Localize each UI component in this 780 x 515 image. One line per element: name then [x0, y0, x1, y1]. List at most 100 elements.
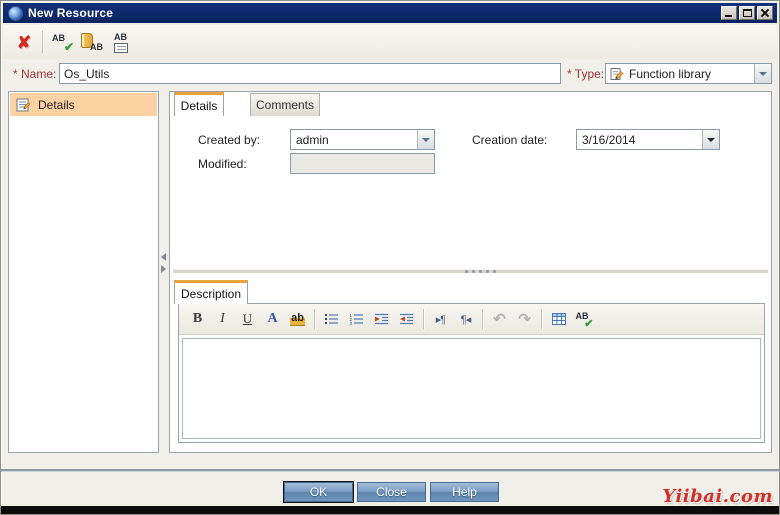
chevron-down-icon — [422, 138, 430, 142]
svg-text:3: 3 — [350, 321, 353, 325]
type-value: Function library — [624, 67, 754, 81]
close-icon — [758, 7, 772, 19]
modified-input — [290, 153, 435, 174]
rtl-paragraph-button[interactable]: ¶◂ — [453, 308, 478, 331]
bullet-list-button[interactable] — [319, 308, 344, 331]
sidebar-item-label: Details — [38, 98, 75, 112]
close-button[interactable] — [757, 6, 773, 20]
details-list-icon — [16, 98, 31, 112]
window-controls — [721, 6, 773, 20]
editor-separator — [482, 309, 483, 329]
font-color-button[interactable]: A — [260, 308, 285, 331]
horizontal-splitter[interactable] — [173, 270, 768, 273]
editor-separator — [423, 309, 424, 329]
created-by-label: Created by: — [198, 133, 260, 147]
created-by-value: admin — [291, 133, 417, 147]
rtl-paragraph-icon: ¶◂ — [461, 313, 470, 326]
type-dropdown-button[interactable] — [754, 64, 771, 83]
name-input[interactable] — [59, 63, 561, 84]
collapse-right-icon[interactable] — [161, 265, 166, 273]
watermark: Yiibai.com — [662, 486, 773, 507]
redo-button[interactable]: ↷ — [512, 308, 537, 331]
undo-button[interactable]: ↶ — [487, 308, 512, 331]
ltr-paragraph-icon: ▸¶ — [436, 313, 445, 326]
vertical-splitter[interactable] — [159, 91, 169, 453]
italic-icon: I — [220, 311, 225, 327]
details-panel: Details Created by: admin Creation date:… — [169, 91, 772, 453]
maximize-button[interactable] — [739, 6, 755, 20]
bold-button[interactable]: B — [185, 308, 210, 331]
underline-button[interactable]: U — [235, 308, 260, 331]
outdent-button[interactable] — [394, 308, 419, 331]
clear-icon: ✘ — [17, 33, 31, 53]
numbered-list-icon: 1 2 3 — [349, 313, 364, 325]
creation-date-label: Creation date: — [472, 133, 547, 147]
indent-icon — [374, 313, 389, 325]
new-resource-dialog: New Resource ✘ AB ✔ AB AB — [0, 0, 780, 515]
created-by-dropdown-button[interactable] — [417, 130, 434, 149]
spelling-options-button[interactable]: AB — [109, 30, 135, 55]
spell-check-icon: AB ✔ — [574, 310, 594, 329]
redo-icon: ↷ — [518, 310, 531, 328]
creation-date-dropdown-button[interactable] — [702, 130, 719, 149]
tab-comments-label: Comments — [256, 98, 314, 112]
toolbar-separator — [42, 31, 43, 53]
bullet-list-icon — [324, 313, 339, 325]
tab-description[interactable]: Description — [174, 280, 248, 304]
insert-table-button[interactable] — [546, 308, 571, 331]
titlebar: New Resource — [3, 3, 777, 23]
window-title: New Resource — [28, 6, 113, 20]
editor-toolbar: B I U A ab 1 2 — [179, 304, 764, 335]
outdent-icon — [399, 313, 414, 325]
ltr-paragraph-button[interactable]: ▸¶ — [428, 308, 453, 331]
function-library-icon — [610, 67, 624, 81]
description-editor: B I U A ab 1 2 — [178, 303, 765, 443]
thesaurus-button[interactable]: AB — [79, 30, 105, 55]
footer-divider — [1, 469, 779, 471]
tab-details[interactable]: Details — [174, 92, 224, 116]
app-globe-icon — [9, 7, 22, 20]
splitter-dots-icon — [465, 270, 468, 273]
name-label: * Name: — [13, 67, 56, 81]
help-button[interactable]: Help — [430, 482, 499, 502]
created-by-dropdown[interactable]: admin — [290, 129, 435, 150]
spelling-options-icon: AB — [113, 33, 131, 53]
tab-details-label: Details — [181, 99, 218, 113]
type-dropdown[interactable]: Function library — [605, 63, 772, 84]
indent-button[interactable] — [369, 308, 394, 331]
spell-check-icon: AB ✔ — [52, 34, 72, 52]
table-icon — [552, 313, 566, 325]
check-spelling-button[interactable]: AB ✔ — [49, 30, 75, 55]
modified-label: Modified: — [198, 157, 247, 171]
tab-description-label: Description — [181, 287, 241, 301]
highlight-icon: ab — [290, 312, 305, 326]
minimize-icon — [725, 15, 732, 17]
undo-icon: ↶ — [493, 310, 506, 328]
tab-comments[interactable]: Comments — [250, 93, 320, 116]
description-text-area[interactable] — [182, 338, 761, 439]
bold-icon: B — [193, 311, 202, 327]
ok-button[interactable]: OK — [284, 482, 353, 502]
italic-button[interactable]: I — [210, 308, 235, 331]
chevron-down-icon — [707, 138, 715, 142]
collapse-left-icon[interactable] — [161, 253, 166, 261]
thesaurus-book-icon: AB — [81, 33, 103, 52]
sidebar-item-details[interactable]: Details — [10, 93, 157, 116]
creation-date-dropdown[interactable]: 3/16/2014 — [576, 129, 720, 150]
editor-spell-check-button[interactable]: AB ✔ — [571, 308, 596, 331]
chevron-down-icon — [759, 72, 767, 76]
highlight-button[interactable]: ab — [285, 308, 310, 331]
clear-fields-button[interactable]: ✘ — [11, 30, 37, 55]
sidebar: Details — [8, 91, 159, 453]
close-dialog-button[interactable]: Close — [357, 482, 426, 502]
minimize-button[interactable] — [721, 6, 737, 20]
underline-icon: U — [243, 311, 252, 327]
editor-separator — [314, 309, 315, 329]
main-toolbar: ✘ AB ✔ AB AB — [3, 25, 777, 59]
bottom-strip — [1, 506, 779, 514]
creation-date-value: 3/16/2014 — [577, 133, 702, 147]
numbered-list-button[interactable]: 1 2 3 — [344, 308, 369, 331]
editor-separator — [541, 309, 542, 329]
maximize-icon — [743, 9, 752, 17]
type-label: * Type: — [567, 67, 604, 81]
